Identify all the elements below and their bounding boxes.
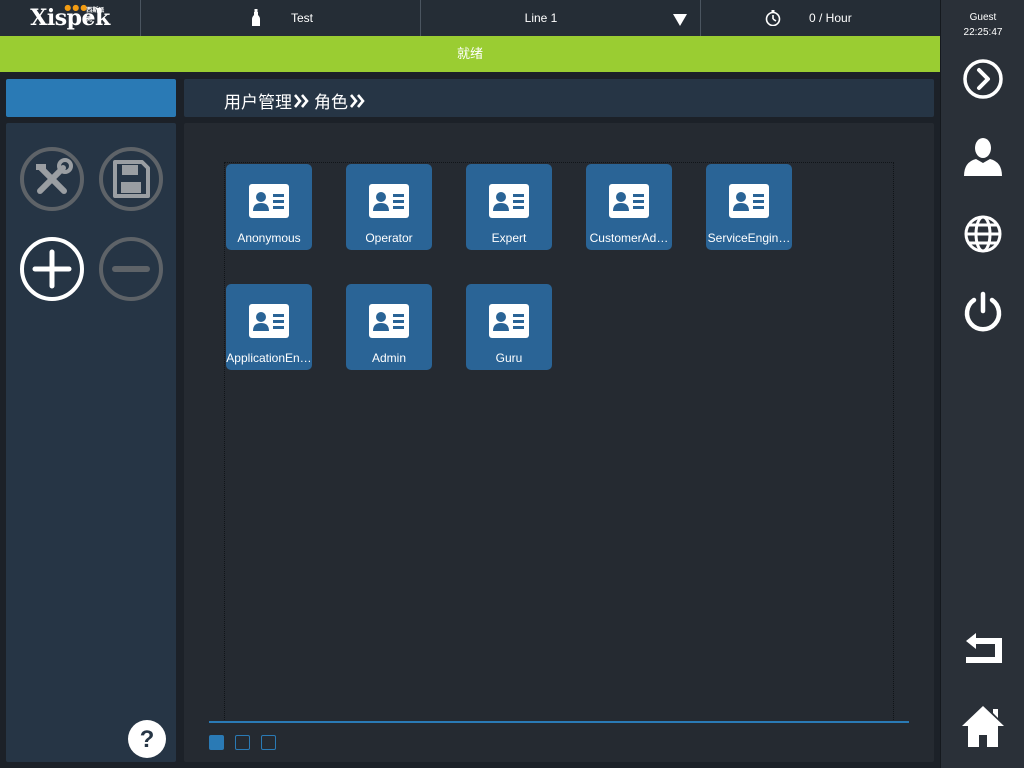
rate-display: 0 / Hour [701,0,940,36]
role-tile[interactable]: ApplicationEn… [226,284,312,370]
id-card-icon [249,184,289,218]
role-tile-label: CustomerAd… [589,231,669,245]
role-tile[interactable]: ServiceEngin… [706,164,792,250]
id-card-icon [369,304,409,338]
tool-panel: ? [6,123,176,762]
role-tile[interactable]: CustomerAd… [586,164,672,250]
role-grid [224,162,894,722]
role-tile-label: Expert [491,231,527,245]
power-icon[interactable] [962,291,1004,333]
right-rail: Guest 22:25:47 [940,0,1024,768]
save-icon[interactable] [98,146,164,212]
role-tile-label: ApplicationEn… [226,351,312,365]
logo-dots: ●●● [64,2,89,12]
role-tile[interactable]: Expert [466,164,552,250]
help-icon[interactable]: ? [127,719,167,759]
pager-dot[interactable] [261,735,276,750]
line-label: Line 1 [524,11,558,25]
id-card-icon [249,304,289,338]
next-icon[interactable] [962,58,1004,100]
top-header: ●●● 西斯派克 Xispek Test Line 1 0 / Hour [0,0,940,36]
id-card-icon [609,184,649,218]
bottle-icon [252,9,260,26]
back-icon[interactable] [962,630,1004,672]
status-bar: 就绪 [0,36,940,72]
rate-label: 0 / Hour [809,11,852,25]
logo-cell: ●●● 西斯派克 Xispek [0,0,141,36]
role-tile[interactable]: Admin [346,284,432,370]
id-card-icon [489,184,529,218]
clock: 22:25:47 [963,27,1003,38]
breadcrumb-item-roles[interactable]: 角色 [314,88,348,113]
id-card-icon [369,184,409,218]
home-icon[interactable] [962,705,1004,747]
id-card-icon [729,184,769,218]
line-selector[interactable]: Line 1 [421,0,701,36]
pager-dot[interactable] [209,735,224,750]
role-tile-label: Guru [495,351,523,365]
role-tile[interactable]: Operator [346,164,432,250]
product-label: Test [291,11,314,25]
role-tile[interactable]: Guru [466,284,552,370]
globe-icon[interactable] [962,213,1004,255]
add-icon[interactable] [19,236,85,302]
dropdown-arrow-icon [673,14,687,26]
role-tile-label: Anonymous [237,231,301,245]
logo: ●●● 西斯派克 Xispek [30,2,110,31]
user-name: Guest [969,12,997,23]
id-card-icon [489,304,529,338]
pager-dot[interactable] [235,735,250,750]
product-selector[interactable]: Test [141,0,421,36]
double-chevron-icon [350,93,365,108]
breadcrumb-bar: 用户管理 角色 [184,79,934,117]
double-chevron-icon [294,93,309,108]
role-tile[interactable]: Anonymous [226,164,312,250]
role-tile-label: ServiceEngin… [707,231,791,245]
svg-text:?: ? [140,726,155,753]
role-panel: Anonymous Operator Expert CustomerAd… Servic… [184,123,934,762]
pager-divider [209,721,909,723]
left-panel-tab[interactable] [6,79,176,117]
breadcrumb: 用户管理 角色 [224,88,370,113]
tools-icon[interactable] [19,146,85,212]
user-icon[interactable] [962,136,1004,178]
role-tile-label: Admin [371,351,406,365]
logo-subtext: 西斯派克 [86,7,105,23]
breadcrumb-item-user-management[interactable]: 用户管理 [224,88,292,113]
remove-icon[interactable] [98,236,164,302]
role-tile-label: Operator [365,231,413,245]
stopwatch-icon [765,10,781,26]
